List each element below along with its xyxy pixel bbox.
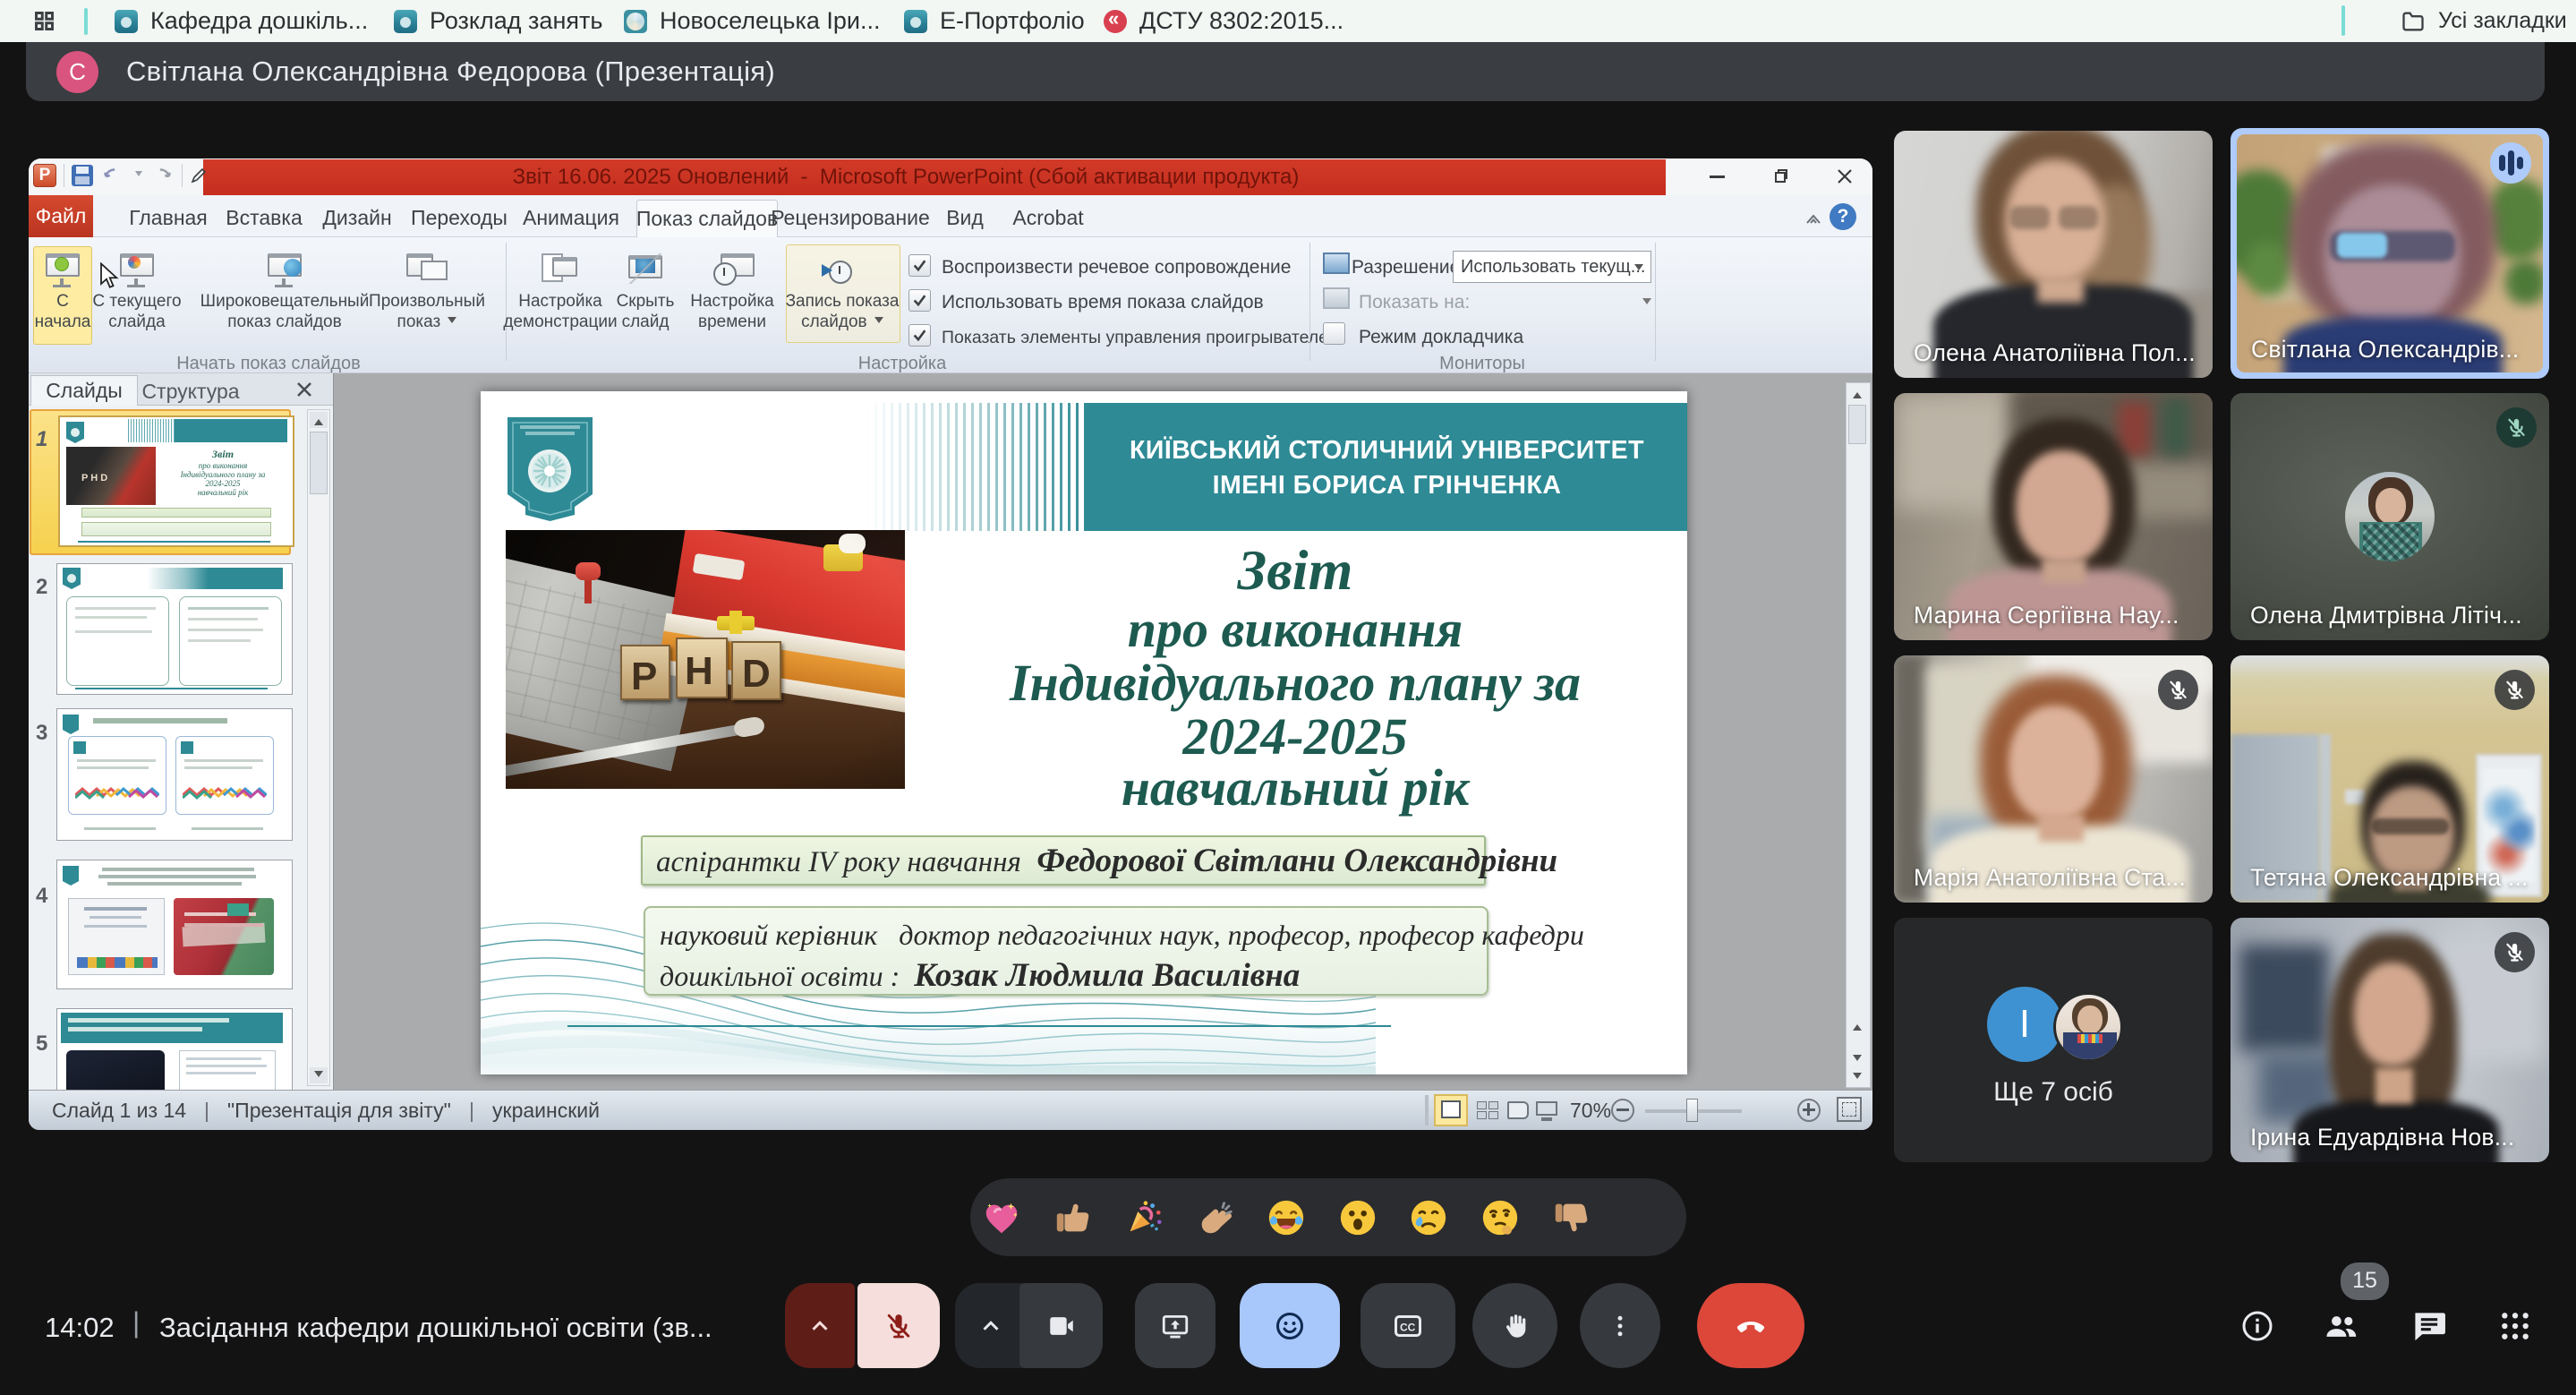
- svg-text:CC: CC: [1400, 1321, 1416, 1333]
